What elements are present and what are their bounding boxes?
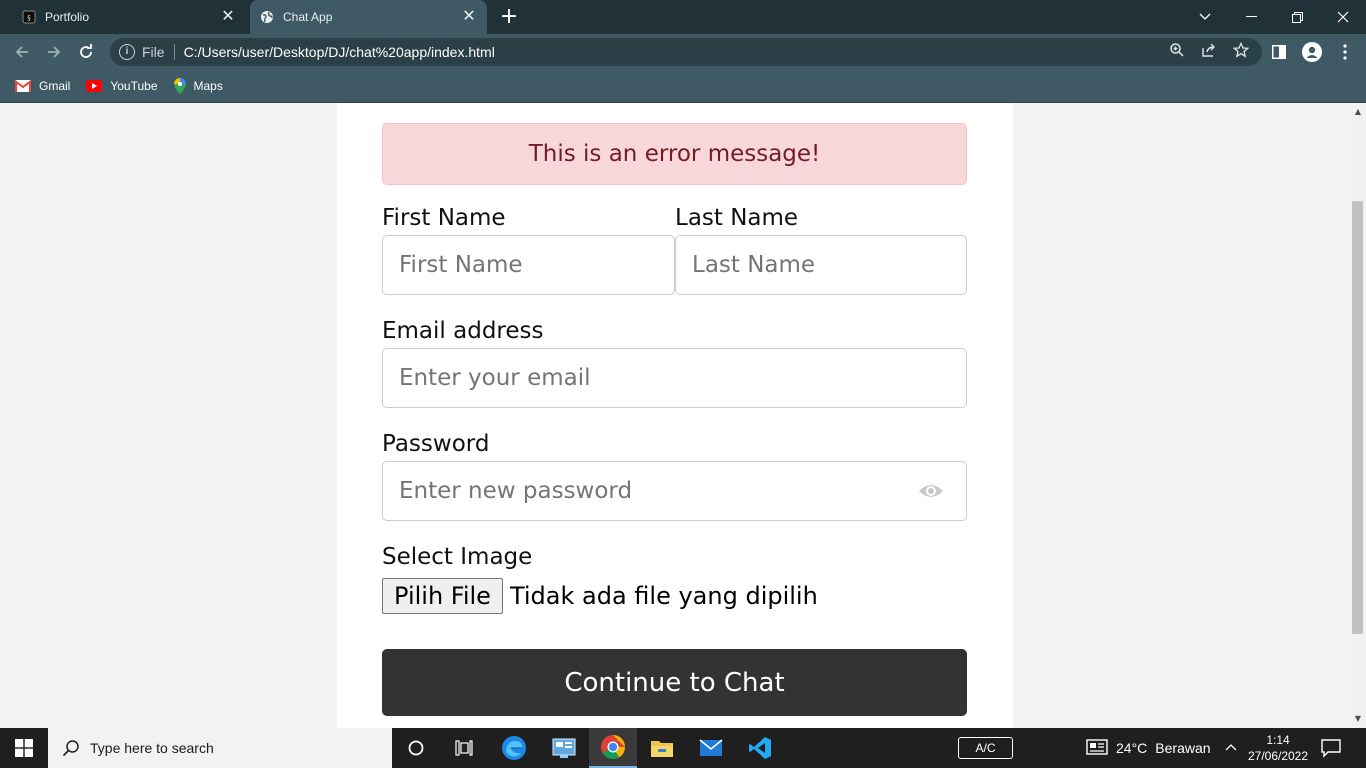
site-info-icon[interactable]: i [119, 44, 135, 60]
task-view-icon[interactable] [440, 728, 488, 768]
password-label: Password [382, 431, 490, 457]
clock-date: 27/06/2022 [1247, 749, 1309, 763]
control-panel-icon[interactable] [540, 728, 588, 768]
globe-icon [260, 10, 274, 24]
email-label: Email address [382, 318, 544, 344]
zoom-icon[interactable] [1168, 42, 1186, 62]
tab-search-chevron-icon[interactable] [1182, 0, 1228, 34]
gmail-icon [14, 80, 32, 92]
address-actions [1168, 41, 1250, 62]
chrome-icon[interactable] [589, 728, 637, 768]
weather-condition: Berawan [1155, 740, 1211, 756]
scroll-down-arrow-icon[interactable]: ▼ [1350, 712, 1366, 726]
close-tab-icon[interactable]: ✕ [220, 9, 236, 25]
choose-file-button[interactable]: Pilih File [382, 578, 503, 614]
tab-title: Portfolio [45, 10, 90, 24]
windows-taskbar: Type here to search A/C 24°C Berawan 1:1… [0, 728, 1366, 768]
first-name-label: First Name [382, 205, 506, 231]
file-status-text: Tidak ada file yang dipilih [509, 582, 818, 610]
tab-chat-app[interactable]: Chat App ✕ [250, 0, 487, 34]
bookmark-youtube[interactable]: YouTube [86, 79, 158, 93]
tab-strip: § Portfolio ✕ Chat App ✕ + [0, 0, 1366, 34]
signup-card: This is an error message! First Name Fir… [337, 103, 1013, 728]
error-alert: This is an error message! [382, 123, 967, 185]
clock-time: 1:14 [1266, 733, 1290, 747]
first-name-input[interactable]: First Name [382, 235, 675, 295]
reload-button[interactable] [74, 40, 98, 64]
start-button[interactable] [0, 728, 48, 768]
bookmark-label: YouTube [110, 79, 158, 93]
tab-portfolio[interactable]: § Portfolio ✕ [12, 0, 246, 34]
select-image-label: Select Image [382, 544, 533, 570]
file-explorer-icon[interactable] [638, 728, 686, 768]
page-viewport: This is an error message! First Name Fir… [0, 103, 1350, 728]
edge-icon[interactable] [490, 728, 538, 768]
minimize-button[interactable] [1228, 0, 1274, 34]
maps-icon [173, 78, 186, 94]
profile-avatar-icon[interactable] [1300, 40, 1324, 64]
show-hidden-icons-chevron-icon[interactable] [1222, 738, 1240, 756]
bookmark-maps[interactable]: Maps [173, 78, 223, 94]
search-placeholder: Type here to search [90, 740, 214, 756]
last-name-field: Last Name Last Name [675, 203, 967, 295]
bookmark-label: Gmail [39, 79, 71, 93]
side-panel-icon[interactable] [1267, 40, 1291, 64]
scheme-label: File [142, 44, 165, 60]
password-placeholder: Enter new password [399, 478, 633, 504]
back-button[interactable] [10, 40, 34, 64]
url-text[interactable]: C:/Users/user/Desktop/DJ/chat%20app/inde… [184, 44, 495, 60]
name-row: First Name First Name Last Name Last Nam… [382, 203, 967, 295]
portfolio-favicon-icon: § [22, 10, 36, 24]
youtube-icon [86, 80, 103, 92]
notification-center-icon[interactable] [1320, 736, 1344, 760]
restore-button[interactable] [1274, 0, 1320, 34]
email-field: Email address Enter your email [382, 316, 967, 408]
taskbar-search-box[interactable]: Type here to search [48, 728, 392, 768]
weather-news-icon [1086, 738, 1108, 758]
email-placeholder: Enter your email [399, 365, 591, 391]
tab-title: Chat App [283, 10, 333, 24]
share-icon[interactable] [1200, 42, 1218, 62]
weather-widget[interactable]: 24°C Berawan [1086, 728, 1211, 768]
browser-toolbar: i File C:/Users/user/Desktop/DJ/chat%20a… [0, 34, 1366, 70]
scroll-up-arrow-icon[interactable]: ▲ [1350, 105, 1366, 119]
search-icon [62, 739, 80, 757]
windows-logo-icon [15, 739, 33, 757]
last-name-placeholder: Last Name [692, 252, 816, 278]
cortana-icon[interactable] [392, 728, 440, 768]
address-divider [173, 44, 175, 60]
password-input[interactable]: Enter new password [382, 461, 967, 521]
vscode-icon[interactable] [736, 728, 784, 768]
scrollbar-thumb[interactable] [1352, 201, 1363, 634]
image-field: Select Image Pilih File Tidak ada file y… [382, 542, 967, 614]
last-name-label: Last Name [675, 205, 799, 231]
forward-button[interactable] [42, 40, 66, 64]
address-bar[interactable]: i File C:/Users/user/Desktop/DJ/chat%20a… [110, 38, 1262, 66]
close-window-button[interactable] [1320, 0, 1366, 34]
close-tab-icon[interactable]: ✕ [461, 9, 477, 25]
page-scrollbar[interactable]: ▲ ▼ [1350, 103, 1366, 728]
continue-to-chat-button[interactable]: Continue to Chat [382, 649, 967, 716]
system-clock[interactable]: 1:14 27/06/2022 [1244, 732, 1312, 764]
svg-text:§: § [27, 14, 31, 22]
first-name-field: First Name First Name [382, 203, 675, 295]
password-field: Password Enter new password [382, 429, 967, 521]
show-password-eye-icon[interactable] [918, 480, 944, 502]
file-picker: Pilih File Tidak ada file yang dipilih [382, 578, 967, 614]
mail-icon[interactable] [687, 728, 735, 768]
bookmark-gmail[interactable]: Gmail [14, 79, 71, 93]
new-tab-button[interactable]: + [498, 6, 520, 29]
email-input[interactable]: Enter your email [382, 348, 967, 408]
signup-form: This is an error message! First Name Fir… [382, 123, 967, 716]
ac-indicator[interactable]: A/C [958, 737, 1013, 759]
weather-temperature: 24°C [1116, 740, 1148, 756]
bookmark-star-icon[interactable] [1232, 41, 1250, 62]
kebab-menu-icon[interactable] [1333, 40, 1357, 64]
bookmark-label: Maps [193, 79, 223, 93]
last-name-input[interactable]: Last Name [675, 235, 967, 295]
bookmarks-bar: Gmail YouTube Maps [0, 70, 1366, 103]
first-name-placeholder: First Name [399, 252, 523, 278]
